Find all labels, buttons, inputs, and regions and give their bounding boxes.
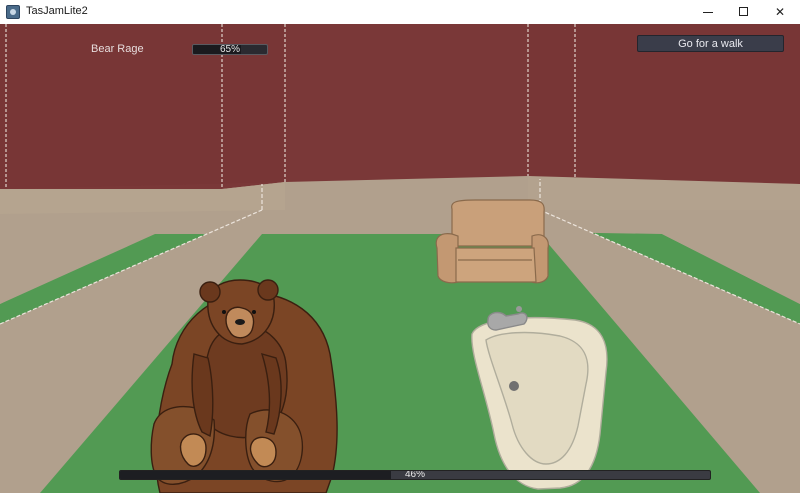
window-title-bar: TasJamLite2 ✕ [0,0,800,25]
minimize-icon [703,12,713,13]
bear-rage-meter: 65% [192,44,268,55]
bear-rage-label: Bear Rage [91,43,144,55]
minimize-button[interactable] [690,0,726,24]
maximize-button[interactable] [726,0,762,24]
room-scene [0,24,800,493]
activity-progress-percent: 46% [404,470,425,480]
bear-rage-percent: 65% [219,44,240,55]
app-icon [6,5,20,19]
maximize-icon [739,7,748,16]
game-viewport[interactable]: Bear Rage 65% Go for a walk 46% [0,24,800,493]
close-button[interactable]: ✕ [762,0,798,24]
close-icon: ✕ [774,5,786,19]
go-for-walk-button[interactable]: Go for a walk [637,35,784,52]
window-title: TasJamLite2 [26,5,88,17]
armchair [435,199,549,284]
activity-progress-bar: 46% [119,470,711,480]
